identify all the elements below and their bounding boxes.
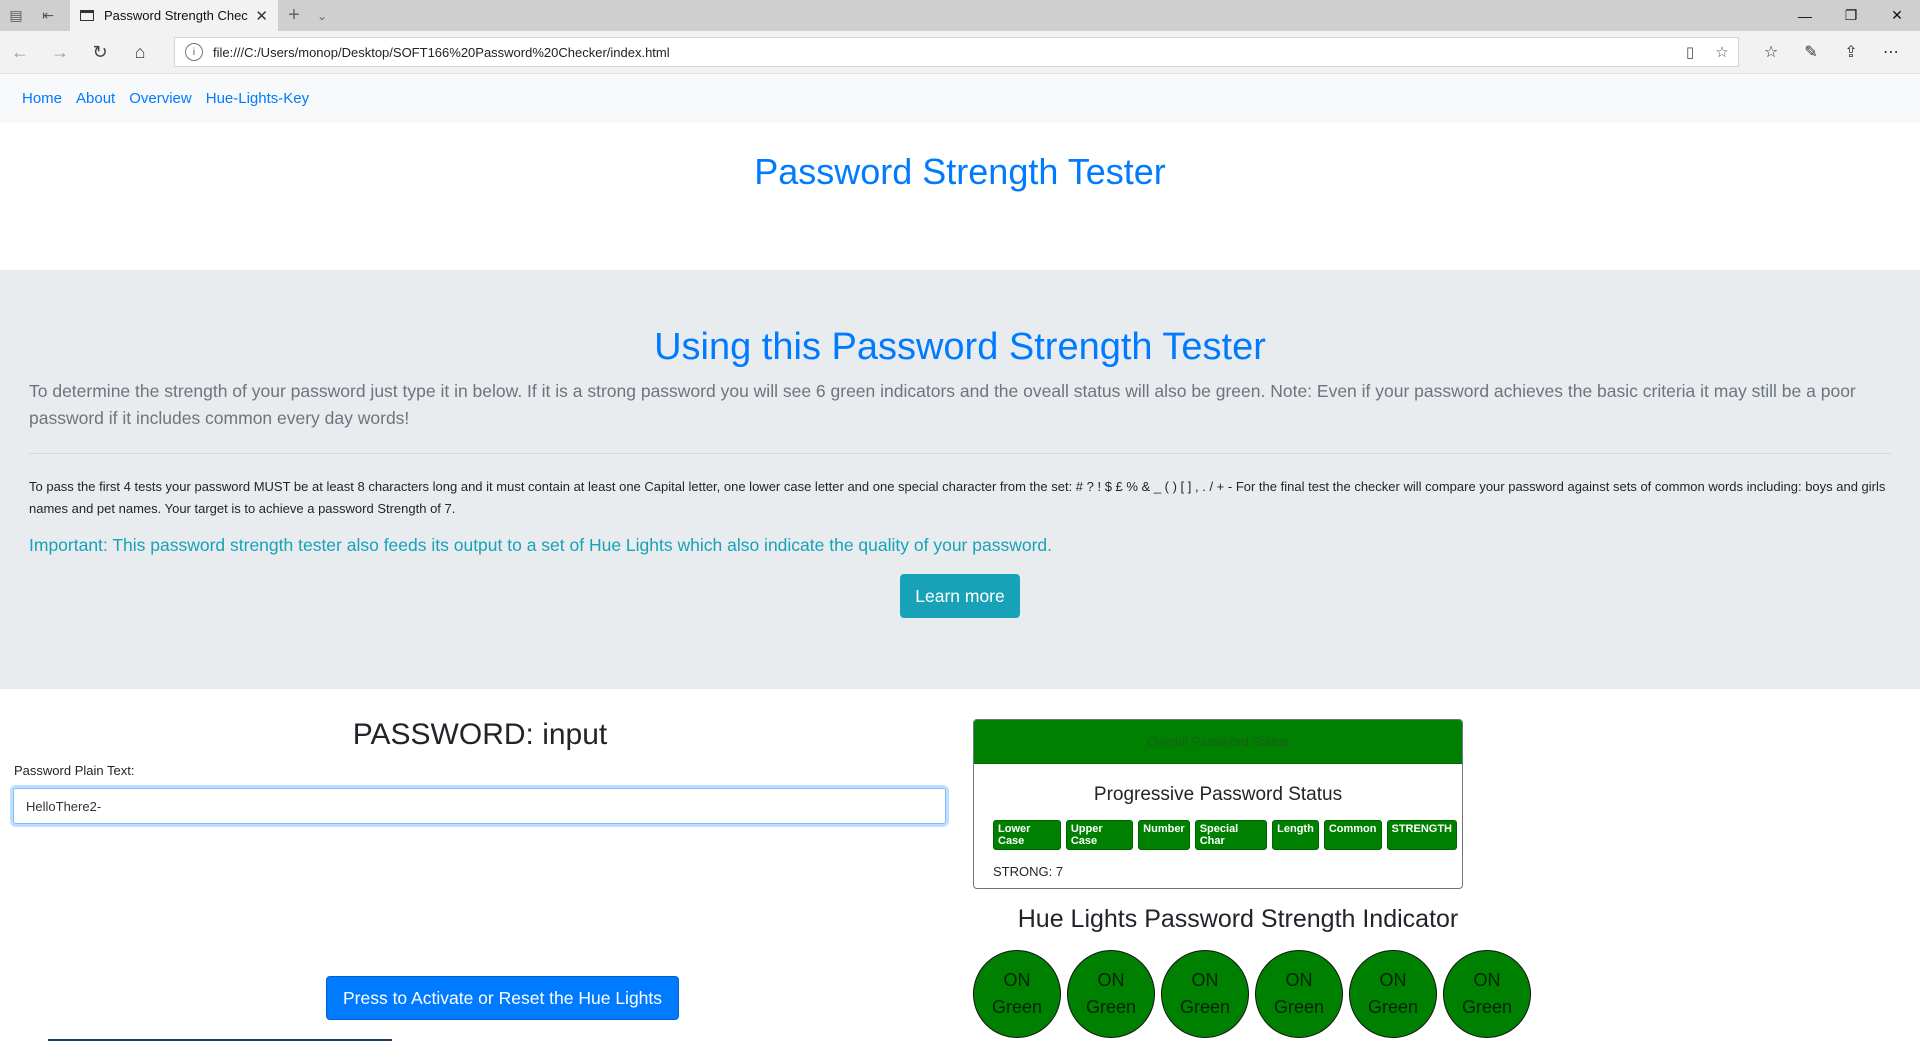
badge-upper-case: Upper Case — [1065, 820, 1134, 850]
intro-lead-text: To determine the strength of your passwo… — [29, 381, 1856, 428]
progressive-status-title: Progressive Password Status — [1093, 784, 1343, 805]
hue-light-1: ON Green — [973, 950, 1061, 1038]
hue-indicator-title: Hue Lights Password Strength Indicator — [1017, 905, 1459, 933]
window-controls: — ❐ ✕ — [1782, 0, 1920, 31]
back-icon[interactable]: ← — [0, 42, 40, 63]
address-bar[interactable]: i file:///C:/Users/monop/Desktop/SOFT166… — [174, 37, 1739, 67]
page-content: Home About Overview Hue-Lights-Key Passw… — [0, 74, 1920, 1041]
nav-overview-link[interactable]: Overview — [129, 90, 192, 107]
new-tab-icon[interactable]: + — [278, 0, 310, 31]
hue-light-color: Green — [1273, 997, 1325, 1017]
activate-reset-hue-lights-button[interactable]: Press to Activate or Reset the Hue Light… — [326, 976, 679, 1020]
url-text[interactable]: file:///C:/Users/monop/Desktop/SOFT166%2… — [213, 45, 1674, 60]
browser-tabbar: ▤ ⇤ Password Strength Chec ✕ + ⌄ — ❐ ✕ — [0, 0, 1920, 31]
badge-length: Length — [1272, 820, 1319, 850]
nav-about-link[interactable]: About — [76, 90, 115, 107]
hue-light-5: ON Green — [1349, 950, 1437, 1038]
refresh-icon[interactable]: ↻ — [80, 42, 120, 63]
intro-divider — [29, 453, 1891, 454]
overall-status-header: Overall Password Status — [974, 720, 1462, 764]
site-info-icon[interactable]: i — [185, 43, 203, 61]
password-field-label: Password Plain Text: — [14, 763, 135, 778]
favorite-star-icon[interactable]: ☆ — [1706, 43, 1738, 61]
tab-actions-icon[interactable]: ▤ — [0, 0, 32, 31]
favorites-hub-icon[interactable]: ☆ — [1751, 42, 1791, 62]
hue-light-4: ON Green — [1255, 950, 1343, 1038]
password-rules-text: To pass the first 4 tests your password … — [29, 479, 1886, 516]
forward-icon[interactable]: → — [40, 42, 80, 63]
nav-hue-lights-key-link[interactable]: Hue-Lights-Key — [206, 90, 309, 107]
reading-view-icon[interactable]: ▯ — [1674, 43, 1706, 61]
pen-notes-icon[interactable]: ✎ — [1791, 42, 1831, 62]
minimize-icon[interactable]: — — [1782, 0, 1828, 31]
hue-light-color: Green — [1367, 997, 1419, 1017]
password-status-card: Overall Password Status Progressive Pass… — [973, 719, 1463, 889]
hue-light-state: ON — [1285, 970, 1313, 990]
set-aside-tabs-icon[interactable]: ⇤ — [32, 0, 64, 31]
hue-light-color: Green — [1085, 997, 1137, 1017]
badge-number: Number — [1138, 820, 1190, 850]
hue-light-state: ON — [1097, 970, 1125, 990]
restore-icon[interactable]: ❐ — [1828, 0, 1874, 31]
hue-light-state: ON — [1379, 970, 1407, 990]
tab-preview-chevron-icon[interactable]: ⌄ — [310, 0, 334, 31]
close-tab-icon[interactable]: ✕ — [255, 7, 268, 25]
hue-light-state: ON — [1473, 970, 1501, 990]
badge-lower-case: Lower Case — [993, 820, 1061, 850]
hue-light-2: ON Green — [1067, 950, 1155, 1038]
badge-strength: STRENGTH — [1386, 820, 1457, 850]
nav-home-link[interactable]: Home — [22, 90, 62, 107]
hue-light-6: ON Green — [1443, 950, 1531, 1038]
more-menu-icon[interactable]: ⋯ — [1871, 42, 1911, 62]
home-icon[interactable]: ⌂ — [120, 42, 160, 63]
share-icon[interactable]: ⇪ — [1831, 42, 1871, 62]
hue-light-state: ON — [1003, 970, 1031, 990]
top-navigation: Home About Overview Hue-Lights-Key — [0, 74, 1920, 123]
hue-lights-row: ON Green ON Green ON Green ON Green ON Green … — [973, 950, 1537, 1038]
learn-more-button[interactable]: Learn more — [900, 574, 1020, 618]
tab-title: Password Strength Chec — [104, 8, 248, 23]
status-badges: Lower Case Upper Case Number Special Cha… — [974, 820, 1462, 850]
page-favicon-icon — [80, 10, 94, 21]
hue-light-state: ON — [1191, 970, 1219, 990]
browser-tools: ☆ ✎ ⇪ ⋯ — [1751, 42, 1911, 62]
badge-common: Common — [1323, 820, 1382, 850]
badge-special-char: Special Char — [1194, 820, 1268, 850]
intro-heading: Using this Password Strength Tester — [654, 326, 1266, 368]
site-title: Password Strength Tester — [754, 151, 1166, 192]
password-input-title: PASSWORD: input — [352, 718, 608, 751]
hue-important-note: Important: This password strength tester… — [29, 535, 1052, 555]
strength-score-text: STRONG: 7 — [993, 864, 1064, 879]
close-window-icon[interactable]: ✕ — [1874, 0, 1920, 31]
hue-light-color: Green — [991, 997, 1043, 1017]
hue-light-color: Green — [1461, 997, 1513, 1017]
intro-jumbotron: Using this Password Strength Tester To d… — [0, 270, 1920, 689]
hue-light-color: Green — [1179, 997, 1231, 1017]
browser-tab[interactable]: Password Strength Chec ✕ — [70, 0, 278, 31]
hue-light-3: ON Green — [1161, 950, 1249, 1038]
address-toolbar: ← → ↻ ⌂ i file:///C:/Users/monop/Desktop… — [0, 31, 1920, 74]
password-input[interactable] — [13, 788, 946, 824]
